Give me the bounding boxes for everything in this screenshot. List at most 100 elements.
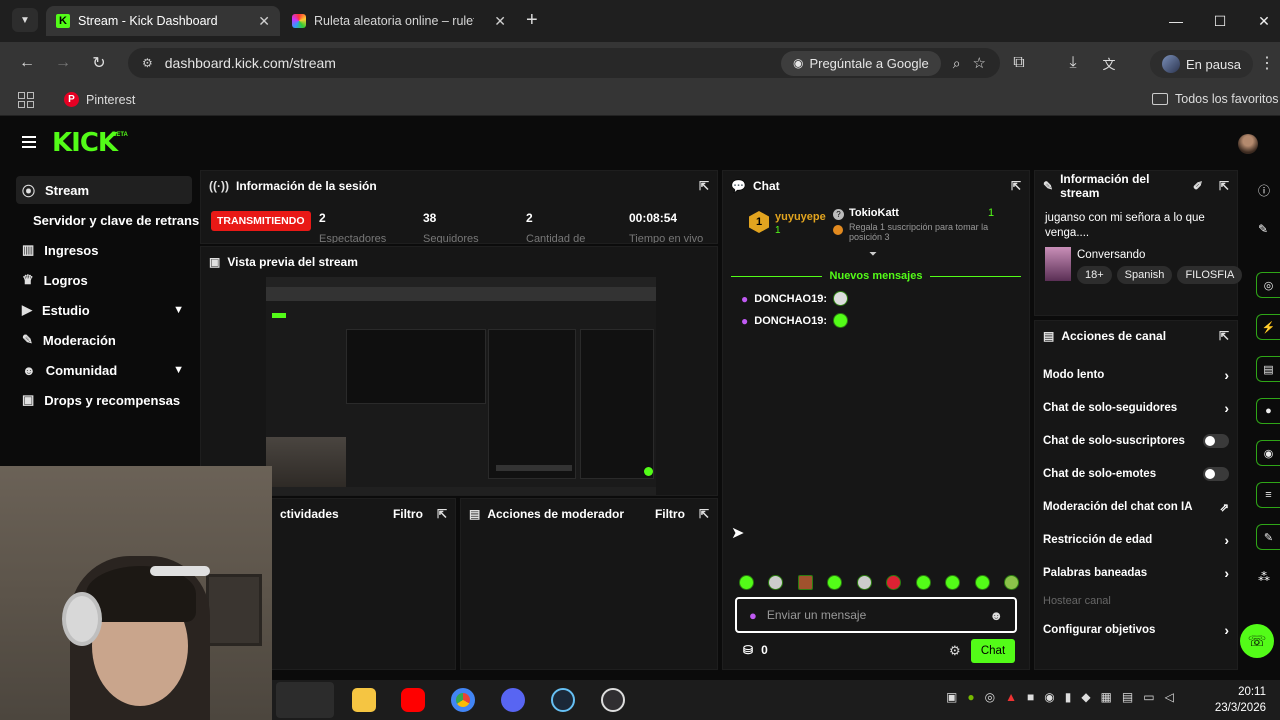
rail-button-wrench-icon[interactable]: ✎	[1256, 524, 1280, 550]
back-icon[interactable]: ←	[14, 50, 40, 76]
url-omnibox[interactable]: ⚙ dashboard.kick.com/stream ◉ Pregúntale…	[128, 48, 1000, 78]
action-banned-words[interactable]: Palabras baneadas ›	[1043, 560, 1229, 586]
emote-icon[interactable]	[739, 575, 754, 590]
emote-icon[interactable]	[827, 575, 843, 590]
tag-chip[interactable]: 18+	[1077, 266, 1112, 284]
tray-usb-icon[interactable]: ▮	[1065, 690, 1072, 704]
bookmark-star-icon[interactable]: ☆	[973, 54, 986, 72]
tray-app-icon[interactable]: ◎	[985, 690, 995, 704]
sidebar-item-moderacion[interactable]: ✎ Moderación	[16, 326, 192, 354]
tray-app-icon[interactable]: ▤	[1122, 690, 1133, 704]
minimize-icon[interactable]: —	[1156, 8, 1196, 34]
filter-button[interactable]: Filtro	[393, 507, 423, 521]
rail-button-list-icon[interactable]: ≡	[1256, 482, 1280, 508]
maximize-icon[interactable]: ☐	[1200, 8, 1240, 34]
ask-google-button[interactable]: ◉ Pregúntale a Google	[780, 50, 941, 76]
close-window-icon[interactable]: ✕	[1244, 8, 1280, 34]
taskbar-clock[interactable]: 20:11 23/3/2026	[1206, 684, 1266, 716]
taskbar-search-box[interactable]	[276, 682, 334, 718]
new-tab-icon[interactable]: +	[526, 9, 538, 32]
download-icon[interactable]: ⤓	[1060, 50, 1086, 76]
tab-kick-dashboard[interactable]: K Stream - Kick Dashboard ✕	[46, 6, 280, 36]
share-nodes-icon[interactable]: ⁂	[1258, 570, 1270, 584]
emote-icon[interactable]	[768, 575, 784, 590]
bookmark-pinterest[interactable]: P Pinterest	[64, 92, 135, 107]
rail-button-chat-icon[interactable]: ●	[1256, 398, 1280, 424]
action-ai-moderation[interactable]: Moderación del chat con IA ⇗	[1043, 494, 1229, 520]
translate-icon[interactable]: 文	[1096, 50, 1122, 76]
tab-ruleta[interactable]: Ruleta aleatoria online – ruleta ✕	[282, 6, 516, 36]
site-info-icon[interactable]: ⚙	[142, 56, 153, 70]
action-followers-only[interactable]: Chat de solo-seguidores ›	[1043, 395, 1229, 421]
tray-app-icon[interactable]: ▲	[1005, 690, 1017, 704]
zoom-search-icon[interactable]: ⌕	[953, 55, 961, 72]
tray-shield-icon[interactable]: ◆	[1081, 690, 1090, 704]
tag-chip[interactable]: Spanish	[1116, 266, 1173, 284]
apps-grid-icon[interactable]	[18, 92, 34, 108]
profile-button[interactable]: En pausa	[1150, 50, 1253, 78]
popout-icon[interactable]: ⇱	[699, 507, 709, 521]
stream-preview-video[interactable]	[266, 277, 656, 495]
sidebar-item-drops[interactable]: ▣ Drops y recompensas	[16, 386, 192, 414]
chat-message[interactable]: ● DONCHAO19:	[741, 291, 848, 306]
popout-icon[interactable]: ⇱	[1219, 329, 1229, 343]
all-bookmarks-folder[interactable]: Todos los favoritos	[1152, 92, 1279, 106]
tag-chip[interactable]: FILOSFIA	[1177, 266, 1243, 284]
tray-app-icon[interactable]: ■	[1027, 690, 1034, 704]
info-icon[interactable]: ⓘ	[1258, 182, 1270, 199]
extensions-icon[interactable]: ⧉	[1006, 50, 1032, 76]
emoji-picker-icon[interactable]: ☻	[989, 608, 1003, 623]
chrome-menu-icon[interactable]: ⋮	[1254, 50, 1280, 76]
gift-leader[interactable]: ? TokioKatt 1 Regala 1 suscripción para …	[833, 207, 1023, 247]
user-avatar[interactable]	[1238, 134, 1258, 154]
send-chat-button[interactable]: Chat	[971, 639, 1015, 663]
hamburger-menu-icon[interactable]	[22, 136, 36, 148]
tray-network-icon[interactable]: ▭	[1143, 690, 1154, 704]
rail-button-broadcast-icon[interactable]: ◉	[1256, 440, 1280, 466]
close-tab-icon[interactable]: ✕	[258, 13, 270, 30]
chrome-icon[interactable]	[451, 688, 475, 712]
edit-icon[interactable]: ✐	[1193, 179, 1203, 193]
support-headset-icon[interactable]: ☏	[1240, 624, 1274, 658]
rail-button-camera-icon[interactable]: ◎	[1256, 272, 1280, 298]
sidebar-item-server-key[interactable]: Servidor y clave de retransm	[16, 206, 211, 234]
rail-button-clipboard-icon[interactable]: ▤	[1256, 356, 1280, 382]
chat-settings-icon[interactable]: ⚙	[949, 643, 961, 659]
emote-icon[interactable]	[1003, 575, 1019, 590]
popout-icon[interactable]: ⇱	[699, 179, 709, 193]
sidebar-item-ingresos[interactable]: ▥ Ingresos	[16, 236, 192, 264]
popout-icon[interactable]: ⇱	[437, 507, 447, 521]
reload-icon[interactable]: ↻	[86, 50, 112, 76]
emote-icon[interactable]	[974, 575, 990, 590]
chat-input[interactable]: ● Enviar un mensaje ☻	[735, 597, 1017, 633]
emote-icon[interactable]	[856, 575, 872, 590]
subscribers-only-toggle[interactable]	[1203, 434, 1229, 448]
youtube-icon[interactable]	[401, 688, 425, 712]
popout-icon[interactable]: ⇱	[1011, 179, 1021, 193]
channel-points[interactable]: ⛁ 0	[743, 643, 768, 657]
sidebar-item-stream[interactable]: ⦿ Stream	[16, 176, 192, 204]
action-slow-mode[interactable]: Modo lento ›	[1043, 362, 1229, 388]
sidebar-item-estudio[interactable]: ▶ Estudio ▼	[16, 296, 192, 324]
tray-app-icon[interactable]: ▣	[946, 690, 957, 704]
tray-steam-icon[interactable]: ◉	[1044, 690, 1054, 704]
steam-icon[interactable]	[551, 688, 575, 712]
emote-icon[interactable]	[945, 575, 961, 590]
close-tab-icon[interactable]: ✕	[494, 13, 506, 30]
leaderboard-first[interactable]: 1 yuyuyepe 1	[749, 209, 829, 239]
discord-icon[interactable]	[501, 688, 525, 712]
sidebar-item-comunidad[interactable]: ☻ Comunidad ▼	[16, 356, 192, 384]
emote-icon[interactable]	[915, 575, 931, 590]
category-name[interactable]: Conversando	[1077, 249, 1145, 261]
emotes-only-toggle[interactable]	[1203, 467, 1229, 481]
action-age-restriction[interactable]: Restricción de edad ›	[1043, 527, 1229, 553]
tab-search-button[interactable]: ▼	[12, 8, 38, 32]
filter-button[interactable]: Filtro	[655, 507, 685, 521]
pencil-icon[interactable]: ✎	[1258, 222, 1268, 236]
action-configure-goals[interactable]: Configurar objetivos ›	[1043, 617, 1229, 643]
popout-icon[interactable]: ⇱	[1219, 179, 1229, 193]
obs-icon[interactable]	[601, 688, 625, 712]
kick-logo[interactable]: KICK	[52, 128, 118, 158]
tray-grid-icon[interactable]: ▦	[1101, 690, 1112, 704]
chat-message[interactable]: ● DONCHAO19:	[741, 313, 848, 328]
